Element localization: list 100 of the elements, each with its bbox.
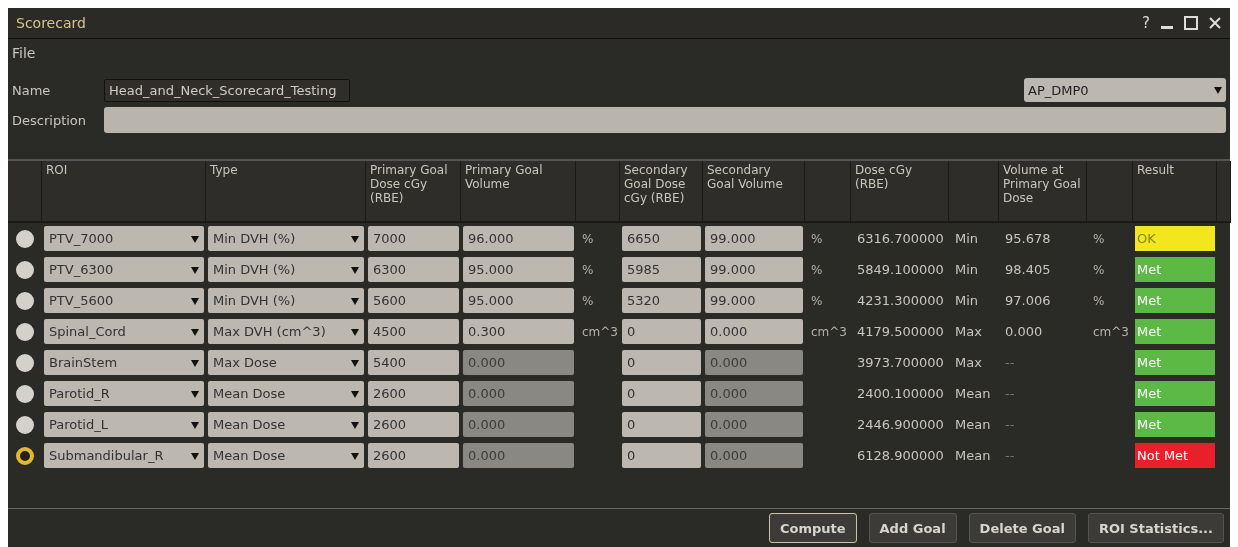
roi-dropdown[interactable]: PTV_5600 <box>44 288 204 313</box>
table-cell-text: -- <box>1004 448 1015 463</box>
dose-field[interactable]: 6650 <box>622 226 701 251</box>
dose-field[interactable]: 0 <box>622 412 701 437</box>
dose-field[interactable]: 5400 <box>368 350 459 375</box>
radio-button[interactable] <box>16 353 34 372</box>
description-field[interactable] <box>104 107 1226 133</box>
table-cell-text: 6128.900000 <box>856 448 944 463</box>
type-dropdown[interactable]: Mean Dose <box>208 412 364 437</box>
column-header: Secondary Goal Volume <box>703 161 805 223</box>
header-cell <box>949 161 999 223</box>
table-cell-text: 3973.700000 <box>856 355 944 370</box>
dropdown-arrow-icon <box>351 327 359 336</box>
unit-label: cm^3 <box>810 324 847 339</box>
action-button[interactable]: ROI Statistics... <box>1087 513 1224 543</box>
dropdown-arrow-icon <box>351 420 359 429</box>
table-cell-text: -- <box>1004 386 1015 401</box>
dropdown-arrow-icon <box>191 234 199 243</box>
volume-field[interactable]: 99.000 <box>705 257 803 282</box>
radio-button[interactable] <box>16 260 34 279</box>
field-label: Description <box>11 112 88 128</box>
plan-dropdown[interactable]: AP_DMP0 <box>1024 78 1226 102</box>
dose-field[interactable]: 0 <box>622 319 701 344</box>
dose-field[interactable]: 0 <box>622 443 701 468</box>
window-title: Scorecard <box>16 15 87 31</box>
table-cell-text: Mean <box>954 448 991 463</box>
column-header: Result <box>1133 161 1217 223</box>
unit-label: % <box>810 293 823 308</box>
table-cell-text: Min <box>954 293 979 308</box>
dose-field[interactable]: 4500 <box>368 319 459 344</box>
dropdown-arrow-icon <box>191 296 199 305</box>
dose-field[interactable]: 0 <box>622 381 701 406</box>
radio-button[interactable] <box>16 415 34 434</box>
result-cell: OK <box>1135 226 1215 251</box>
table-cell-text: Min <box>954 231 979 246</box>
volume-field[interactable]: 99.000 <box>705 288 803 313</box>
dose-field[interactable]: 2600 <box>368 412 459 437</box>
type-dropdown[interactable]: Mean Dose <box>208 443 364 468</box>
table-cell-text: 4231.300000 <box>856 293 944 308</box>
dropdown-arrow-icon <box>351 265 359 274</box>
dose-field[interactable]: 6300 <box>368 257 459 282</box>
action-button[interactable]: Delete Goal <box>968 513 1076 543</box>
column-header: Volume at Primary Goal Dose <box>999 161 1087 223</box>
dose-field[interactable]: 0 <box>622 350 701 375</box>
unit-label: % <box>1092 293 1105 308</box>
action-button[interactable]: Add Goal <box>868 513 957 543</box>
radio-button[interactable] <box>16 322 34 341</box>
unit-label: % <box>810 231 823 246</box>
radio-button[interactable] <box>16 229 34 248</box>
dose-field[interactable]: 5600 <box>368 288 459 313</box>
column-header: Secondary Goal Dose cGy (RBE) <box>620 161 703 223</box>
result-cell: Not Met <box>1135 443 1215 468</box>
radio-button[interactable] <box>16 291 34 310</box>
roi-dropdown[interactable]: BrainStem <box>44 350 204 375</box>
dose-field[interactable]: 2600 <box>368 443 459 468</box>
unit-label: % <box>581 262 594 277</box>
roi-dropdown[interactable]: PTV_6300 <box>44 257 204 282</box>
help-button[interactable]: ? <box>1142 14 1150 32</box>
type-dropdown[interactable]: Min DVH (%) <box>208 288 364 313</box>
table-cell-text: 6316.700000 <box>856 231 944 246</box>
type-dropdown[interactable]: Min DVH (%) <box>208 257 364 282</box>
action-button[interactable]: Compute <box>768 513 857 543</box>
type-dropdown[interactable]: Max Dose <box>208 350 364 375</box>
dose-field[interactable]: 5985 <box>622 257 701 282</box>
type-dropdown[interactable]: Min DVH (%) <box>208 226 364 251</box>
name-field[interactable]: Head_and_Neck_Scorecard_Testing <box>104 78 350 102</box>
type-dropdown[interactable]: Mean Dose <box>208 381 364 406</box>
roi-dropdown[interactable]: Parotid_R <box>44 381 204 406</box>
volume-field[interactable]: 0.000 <box>705 319 803 344</box>
volume-field[interactable]: 99.000 <box>705 226 803 251</box>
dropdown-arrow-icon <box>351 234 359 243</box>
radio-button[interactable] <box>16 446 34 465</box>
roi-dropdown[interactable]: Spinal_Cord <box>44 319 204 344</box>
table-cell-text: -- <box>1004 417 1015 432</box>
dose-field[interactable]: 5320 <box>622 288 701 313</box>
dose-field[interactable]: 7000 <box>368 226 459 251</box>
unit-label: % <box>581 293 594 308</box>
volume-field[interactable]: 0.300 <box>463 319 574 344</box>
close-icon[interactable] <box>1208 16 1222 30</box>
volume-field[interactable]: 96.000 <box>463 226 574 251</box>
roi-dropdown[interactable]: Parotid_L <box>44 412 204 437</box>
table-cell-text: Min <box>954 262 979 277</box>
volume-field[interactable]: 95.000 <box>463 257 574 282</box>
type-dropdown[interactable]: Max DVH (cm^3) <box>208 319 364 344</box>
volume-field[interactable]: 95.000 <box>463 288 574 313</box>
unit-label: % <box>1092 231 1105 246</box>
radio-button[interactable] <box>16 384 34 403</box>
dose-field[interactable]: 2600 <box>368 381 459 406</box>
table-cell-text: Max <box>954 324 982 339</box>
unit-label: % <box>581 231 594 246</box>
roi-dropdown[interactable]: Submandibular_R <box>44 443 204 468</box>
column-header: Primary Goal Volume <box>461 161 576 223</box>
dropdown-arrow-icon <box>351 451 359 460</box>
maximize-icon[interactable] <box>1184 16 1198 30</box>
table-cell-text: 0.000 <box>1004 324 1043 339</box>
table-cell-text: Mean <box>954 417 991 432</box>
menu-item[interactable]: File <box>12 45 36 61</box>
dropdown-arrow-icon <box>191 389 199 398</box>
table-cell-text: -- <box>1004 355 1015 370</box>
roi-dropdown[interactable]: PTV_7000 <box>44 226 204 251</box>
